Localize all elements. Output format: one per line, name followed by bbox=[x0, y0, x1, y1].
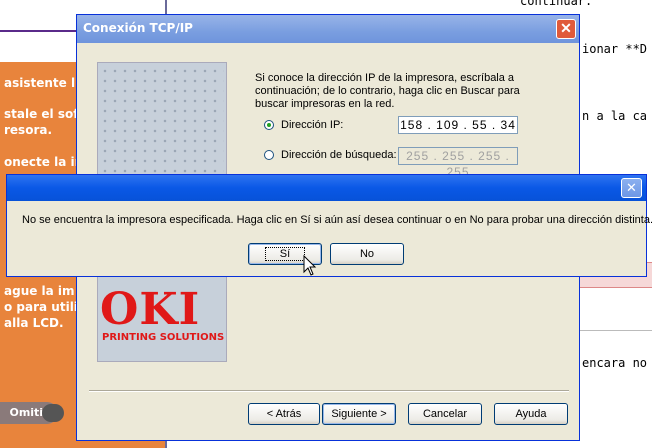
sidebar-text: o para utili bbox=[4, 300, 78, 314]
round-button[interactable] bbox=[42, 404, 64, 422]
sidebar-text: resora. bbox=[4, 123, 53, 137]
divider bbox=[0, 30, 80, 32]
oki-logo: OKI bbox=[100, 284, 201, 335]
cancel-button[interactable]: Cancelar bbox=[408, 403, 482, 425]
close-icon[interactable]: ✕ bbox=[621, 178, 642, 198]
search-address-label: Dirección de búsqueda: bbox=[281, 149, 397, 161]
dot-pattern bbox=[100, 66, 224, 176]
divider bbox=[89, 390, 569, 392]
sidebar-text: stale el sof bbox=[4, 107, 79, 121]
sidebar-text: asistente l bbox=[4, 76, 76, 90]
no-button[interactable]: No bbox=[330, 243, 404, 265]
search-address-input[interactable]: 255 . 255 . 255 . 255 bbox=[398, 147, 518, 179]
next-button[interactable]: Siguiente > bbox=[322, 403, 396, 425]
code-line: continuar. bbox=[520, 0, 593, 8]
instructions-text: Si conoce la dirección IP de la impresor… bbox=[255, 72, 520, 110]
radio-selected-indicator bbox=[267, 123, 271, 127]
sidebar-text: onecte la in bbox=[4, 155, 84, 169]
help-button[interactable]: Ayuda bbox=[494, 403, 568, 425]
search-address-radio[interactable] bbox=[264, 150, 274, 160]
mouse-cursor-icon bbox=[303, 255, 317, 276]
divider bbox=[577, 330, 652, 331]
error-message: No se encuentra la impresora especificad… bbox=[22, 214, 652, 226]
sidebar-text: ague la im bbox=[4, 284, 75, 298]
error-dialog-title-bar bbox=[7, 175, 646, 201]
ip-address-input[interactable]: 158 . 109 . 55 . 34 bbox=[398, 116, 518, 134]
code-line: n a la ca bbox=[582, 109, 648, 123]
back-button[interactable]: < Atrás bbox=[248, 403, 320, 425]
code-line: encara no bbox=[582, 356, 648, 370]
yes-label: Sí bbox=[264, 247, 306, 261]
ip-address-label: Dirección IP: bbox=[281, 119, 344, 131]
oki-logo-subtitle: PRINTING SOLUTIONS bbox=[102, 332, 225, 343]
close-icon[interactable]: ✕ bbox=[556, 19, 576, 39]
sidebar-text: alla LCD. bbox=[4, 316, 64, 330]
dialog-title: Conexión TCP/IP bbox=[83, 21, 193, 35]
code-line: ionar **D bbox=[582, 42, 648, 56]
ip-address-radio[interactable] bbox=[264, 120, 274, 130]
